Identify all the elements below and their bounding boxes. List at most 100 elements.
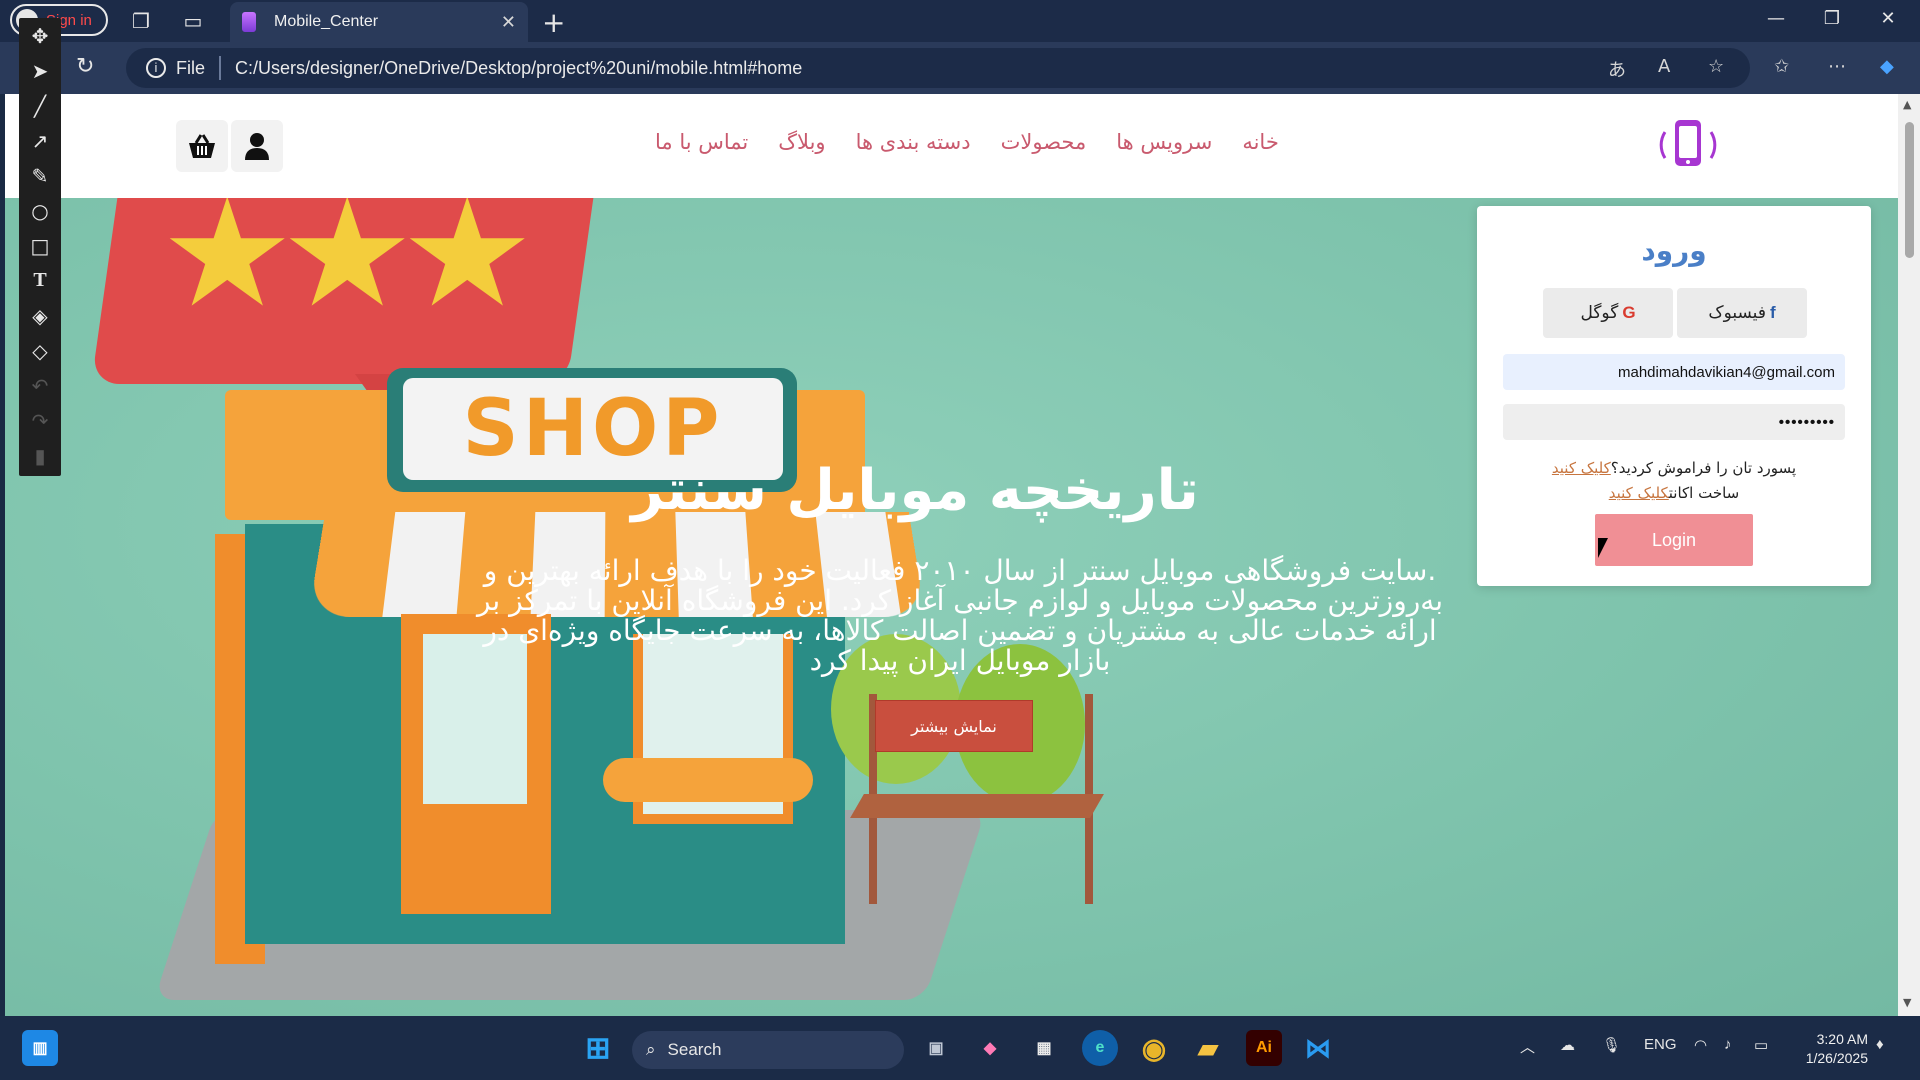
- create-account-link[interactable]: کلیک کنید: [1609, 484, 1669, 502]
- restore-icon[interactable]: ❐: [1810, 8, 1854, 29]
- create-account-text: ساخت اکانت: [1668, 484, 1740, 502]
- email-field[interactable]: mahdimahdavikian4@gmail.com: [1503, 354, 1845, 390]
- store-icon[interactable]: ▦: [1026, 1030, 1062, 1066]
- url-text: C:/Users/designer/OneDrive/Desktop/proje…: [235, 57, 803, 78]
- browser-navbar: ↻ i File C:/Users/designer/OneDrive/Desk…: [0, 42, 1920, 94]
- minimize-icon[interactable]: —: [1754, 8, 1798, 29]
- undo-icon[interactable]: ↶: [19, 368, 61, 403]
- battery-icon[interactable]: ▭: [1754, 1036, 1768, 1054]
- user-icon: [245, 133, 269, 160]
- google-login-button[interactable]: G گوگل: [1543, 288, 1673, 338]
- widgets-icon[interactable]: ▥: [22, 1030, 58, 1066]
- nav-item-products[interactable]: محصولات: [1001, 130, 1087, 154]
- search-icon: ⌕: [646, 1040, 656, 1059]
- nav-item-categories[interactable]: دسته بندی ها: [856, 130, 971, 154]
- scroll-down-icon[interactable]: ▼: [1903, 996, 1911, 1009]
- logo-phone-icon[interactable]: [1657, 118, 1717, 170]
- read-aloud-icon[interactable]: A: [1658, 56, 1670, 77]
- nav-item-services[interactable]: سرویس ها: [1116, 130, 1212, 154]
- edge-icon[interactable]: e: [1082, 1030, 1118, 1066]
- line-icon[interactable]: ╱: [19, 88, 61, 123]
- star-icon: ★: [280, 167, 415, 341]
- onedrive-icon[interactable]: ☁: [1560, 1036, 1575, 1054]
- user-button[interactable]: [231, 120, 283, 172]
- fill-bucket-icon[interactable]: ◈: [19, 298, 61, 333]
- window-close-icon[interactable]: ✕: [1866, 8, 1910, 29]
- pencil-icon[interactable]: ✎: [19, 158, 61, 193]
- select-pointer-icon[interactable]: ➤: [19, 53, 61, 88]
- reload-icon[interactable]: ↻: [76, 54, 94, 79]
- illustrator-icon[interactable]: Ai: [1246, 1030, 1282, 1066]
- clock-time: 3:20 AM: [1816, 1031, 1868, 1047]
- cart-button[interactable]: [176, 120, 228, 172]
- tab-actions-icon[interactable]: ▭: [180, 8, 206, 34]
- favorite-star-icon[interactable]: ☆: [1708, 56, 1724, 77]
- text-icon[interactable]: T: [19, 263, 61, 298]
- start-windows-icon[interactable]: ⊞: [580, 1030, 616, 1066]
- more-icon[interactable]: ⋯: [1828, 56, 1846, 77]
- scrollbar-thumb[interactable]: [1905, 122, 1914, 258]
- site-info-icon[interactable]: i: [146, 58, 166, 78]
- nav-item-contact[interactable]: تماس با ما: [655, 130, 748, 154]
- facebook-icon: f: [1769, 303, 1776, 322]
- rectangle-icon[interactable]: □: [19, 228, 61, 263]
- copilot-app-icon[interactable]: ◆: [972, 1030, 1008, 1066]
- move-icon[interactable]: ✥: [19, 18, 61, 53]
- show-more-button[interactable]: نمایش بیشتر: [875, 700, 1033, 752]
- nav-item-blog[interactable]: وبلاگ: [778, 130, 825, 154]
- language-indicator[interactable]: ENG: [1644, 1036, 1677, 1053]
- translate-icon[interactable]: あ: [1608, 56, 1626, 82]
- taskbar: ▥ ⊞ ⌕ Search ▣ ◆ ▦ e ◉ ▰ Ai ⋈ ︿ ☁ 🎙 ENG …: [0, 1016, 1920, 1080]
- taskbar-search[interactable]: ⌕ Search: [632, 1031, 904, 1069]
- basket-icon: [189, 134, 215, 158]
- chrome-icon[interactable]: ◉: [1136, 1030, 1172, 1066]
- wifi-icon[interactable]: ◠: [1694, 1036, 1707, 1054]
- copilot-icon[interactable]: ◆: [1880, 56, 1894, 77]
- facebook-login-button[interactable]: f فیسبوک: [1677, 288, 1807, 338]
- clock-date: 1/26/2025: [1805, 1050, 1868, 1066]
- hero-title: تاریخچه موبایل سنتر: [631, 458, 1199, 523]
- new-tab-icon[interactable]: +: [542, 6, 565, 39]
- planter-illustration: [603, 758, 813, 802]
- file-explorer-icon[interactable]: ▰: [1190, 1030, 1226, 1066]
- search-label: Search: [667, 1040, 722, 1059]
- easel-base-illustration: [850, 794, 1104, 818]
- forgot-password-link[interactable]: کلیک کنید: [1552, 459, 1611, 477]
- url-scheme: File: [176, 57, 206, 78]
- trash-icon[interactable]: ▮: [19, 438, 61, 473]
- site-header: خانه سرویس ها محصولات دسته بندی ها وبلاگ…: [5, 94, 1898, 198]
- circle-icon[interactable]: ○: [19, 193, 61, 228]
- favicon-icon: [242, 12, 256, 32]
- vscode-icon[interactable]: ⋈: [1300, 1030, 1336, 1066]
- eraser-icon[interactable]: ◇: [19, 333, 61, 368]
- tab-title: Mobile_Center: [274, 13, 379, 30]
- task-view-icon[interactable]: ▣: [918, 1030, 954, 1066]
- main-nav: خانه سرویس ها محصولات دسته بندی ها وبلاگ…: [655, 130, 1279, 154]
- scroll-up-icon[interactable]: ▲: [1903, 98, 1911, 111]
- google-label: گوگل: [1580, 303, 1619, 323]
- login-card: ورود f فیسبوک G گوگل mahdimahdavikian4@g…: [1477, 206, 1871, 586]
- arrow-icon[interactable]: ↗: [19, 123, 61, 158]
- drawing-toolbar: ✥ ➤ ╱ ↗ ✎ ○ □ T ◈ ◇ ↶ ↷ ▮: [19, 18, 61, 476]
- password-field[interactable]: •••••••••: [1503, 404, 1845, 440]
- volume-icon[interactable]: ♪: [1724, 1036, 1732, 1053]
- facebook-label: فیسبوک: [1708, 303, 1766, 323]
- notifications-icon[interactable]: ♦: [1876, 1036, 1884, 1053]
- google-icon: G: [1622, 303, 1636, 322]
- login-button[interactable]: Login: [1595, 514, 1753, 566]
- address-bar[interactable]: i File C:/Users/designer/OneDrive/Deskto…: [126, 48, 1750, 88]
- hero-description: .سایت فروشگاهی موبایل سنتر از سال ۲۰۱۰ ف…: [476, 554, 1444, 677]
- tab-mobile-center[interactable]: Mobile_Center ✕: [230, 2, 528, 42]
- login-title: ورود: [1641, 234, 1707, 267]
- nav-item-home[interactable]: خانه: [1242, 130, 1278, 154]
- microphone-icon[interactable]: 🎙: [1602, 1036, 1621, 1054]
- star-icon: ★: [400, 167, 535, 341]
- taskbar-clock[interactable]: 3:20 AM 1/26/2025: [1788, 1030, 1868, 1068]
- mouse-cursor-icon: [1598, 538, 1614, 558]
- redo-icon[interactable]: ↷: [19, 403, 61, 438]
- page-scrollbar[interactable]: ▲ ▼: [1898, 94, 1920, 1016]
- tray-chevron-icon[interactable]: ︿: [1520, 1036, 1535, 1057]
- tab-close-icon[interactable]: ✕: [501, 12, 516, 33]
- favorites-icon[interactable]: ✩: [1774, 56, 1789, 77]
- workspaces-icon[interactable]: ❐: [128, 8, 154, 34]
